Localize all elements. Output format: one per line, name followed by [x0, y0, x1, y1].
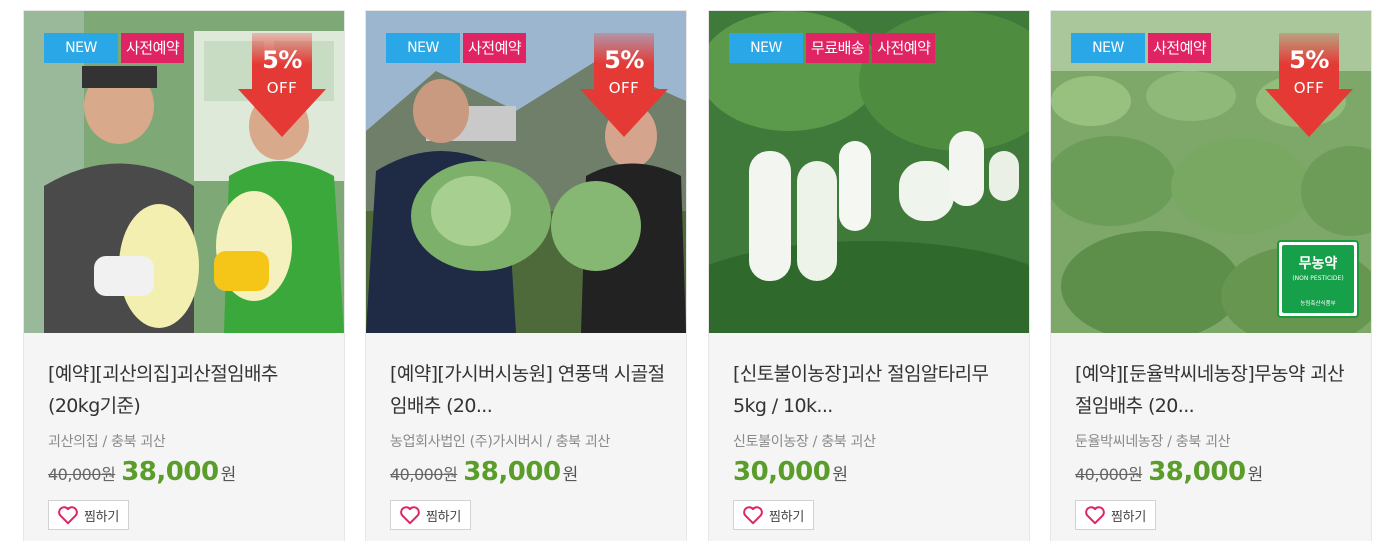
preorder-badge: 사전예약 — [463, 33, 527, 63]
discount-off-label: OFF — [608, 79, 640, 97]
wishlist-button[interactable]: 찜하기 — [390, 500, 471, 530]
heart-icon — [1085, 506, 1105, 525]
preorder-badge: 사전예약 — [1148, 33, 1212, 63]
wishlist-label: 찜하기 — [84, 508, 119, 524]
product-info: [신토불이농장]괴산 절임알타리무 5kg / 10k... 신토불이농장 / … — [709, 333, 1029, 541]
product-image[interactable]: NEW 무료배송 사전예약 — [709, 11, 1029, 333]
original-price: 40,000원 — [1075, 465, 1143, 484]
wishlist-label: 찜하기 — [426, 508, 461, 524]
seller-location: 신토불이농장 / 충북 괴산 — [733, 434, 876, 450]
product-title[interactable]: [예약][가시버시농원] 연풍댁 시골절임배추 (20... — [390, 358, 670, 422]
discount-badge: 5% OFF — [580, 33, 668, 137]
free-shipping-badge: 무료배송 — [806, 33, 870, 63]
discount-off-label: OFF — [266, 79, 298, 97]
sale-price: 38,000 — [1148, 457, 1246, 487]
wishlist-button[interactable]: 찜하기 — [1075, 500, 1156, 530]
product-card[interactable]: NEW 사전예약 5% OFF [예약][괴산의집]괴산절임배추 (20kg기준… — [23, 10, 345, 541]
wishlist-button[interactable]: 찜하기 — [48, 500, 129, 530]
new-badge: NEW — [386, 33, 460, 63]
sale-price: 38,000 — [463, 457, 561, 487]
currency-unit: 원 — [562, 465, 579, 485]
cert-agency: 농림축산식품부 — [1300, 301, 1336, 307]
product-grid: NEW 사전예약 5% OFF [예약][괴산의집]괴산절임배추 (20kg기준… — [0, 0, 1379, 541]
discount-badge: 5% OFF — [238, 33, 326, 137]
sale-price: 30,000 — [733, 457, 831, 487]
product-image[interactable]: NEW 사전예약 5% OFF — [24, 11, 344, 333]
sale-price: 38,000 — [121, 457, 219, 487]
original-price: 40,000원 — [48, 465, 116, 484]
discount-off-label: OFF — [1293, 79, 1325, 97]
heart-icon — [743, 506, 763, 525]
badge-row: NEW 사전예약 — [44, 33, 185, 63]
wishlist-label: 찜하기 — [1111, 508, 1146, 524]
product-info: [예약][둔율박씨네농장]무농약 괴산절임배추 (20... 둔율박씨네농장 /… — [1051, 333, 1371, 541]
price-row: 30,000 원 — [733, 457, 848, 487]
wishlist-label: 찜하기 — [769, 508, 804, 524]
cert-label: 무농약 — [1298, 256, 1338, 272]
preorder-badge: 사전예약 — [872, 33, 936, 63]
badge-row: NEW 사전예약 — [1071, 33, 1212, 63]
currency-unit: 원 — [1247, 465, 1264, 485]
non-pesticide-cert-mark: 무농약 (NON PESTICIDE) 농림축산식품부 — [1277, 240, 1359, 318]
product-card[interactable]: NEW 무료배송 사전예약 [신토불이농장]괴산 절임알타리무 5kg / 10… — [708, 10, 1030, 541]
preorder-badge: 사전예약 — [121, 33, 185, 63]
heart-icon — [58, 506, 78, 525]
product-image[interactable]: NEW 사전예약 5% OFF — [366, 11, 686, 333]
currency-unit: 원 — [220, 465, 237, 485]
product-info: [예약][가시버시농원] 연풍댁 시골절임배추 (20... 농업회사법인 (주… — [366, 333, 686, 541]
new-badge: NEW — [1071, 33, 1145, 63]
product-card[interactable]: NEW 사전예약 5% OFF [예약][가시버시농원] 연풍댁 시골절임배추 … — [365, 10, 687, 541]
product-image[interactable]: NEW 사전예약 5% OFF 무농약 (NON PESTICIDE) 농림축산… — [1051, 11, 1371, 333]
product-card[interactable]: NEW 사전예약 5% OFF 무농약 (NON PESTICIDE) 농림축산… — [1050, 10, 1372, 541]
cert-sub-label: (NON PESTICIDE) — [1292, 275, 1344, 282]
product-title[interactable]: [예약][둔율박씨네농장]무농약 괴산절임배추 (20... — [1075, 358, 1355, 422]
product-title[interactable]: [예약][괴산의집]괴산절임배추 (20kg기준) — [48, 358, 328, 422]
seller-location: 농업회사법인 (주)가시버시 / 충북 괴산 — [390, 434, 611, 450]
currency-unit: 원 — [832, 465, 848, 485]
discount-badge: 5% OFF — [1265, 33, 1353, 137]
product-info: [예약][괴산의집]괴산절임배추 (20kg기준) 괴산의집 / 충북 괴산 4… — [24, 333, 344, 541]
discount-percent: 5% — [262, 46, 302, 74]
product-title[interactable]: [신토불이농장]괴산 절임알타리무 5kg / 10k... — [733, 358, 1013, 422]
price-row: 40,000원 38,000 원 — [1075, 457, 1263, 487]
discount-percent: 5% — [1289, 46, 1329, 74]
original-price: 40,000원 — [390, 465, 458, 484]
badge-row: NEW 무료배송 사전예약 — [729, 33, 936, 63]
seller-location: 둔율박씨네농장 / 충북 괴산 — [1075, 434, 1231, 450]
seller-location: 괴산의집 / 충북 괴산 — [48, 434, 166, 450]
new-badge: NEW — [44, 33, 118, 63]
discount-percent: 5% — [604, 46, 644, 74]
new-badge: NEW — [729, 33, 803, 63]
price-row: 40,000원 38,000 원 — [390, 457, 578, 487]
wishlist-button[interactable]: 찜하기 — [733, 500, 814, 530]
heart-icon — [400, 506, 420, 525]
price-row: 40,000원 38,000 원 — [48, 457, 236, 487]
badge-row: NEW 사전예약 — [386, 33, 527, 63]
